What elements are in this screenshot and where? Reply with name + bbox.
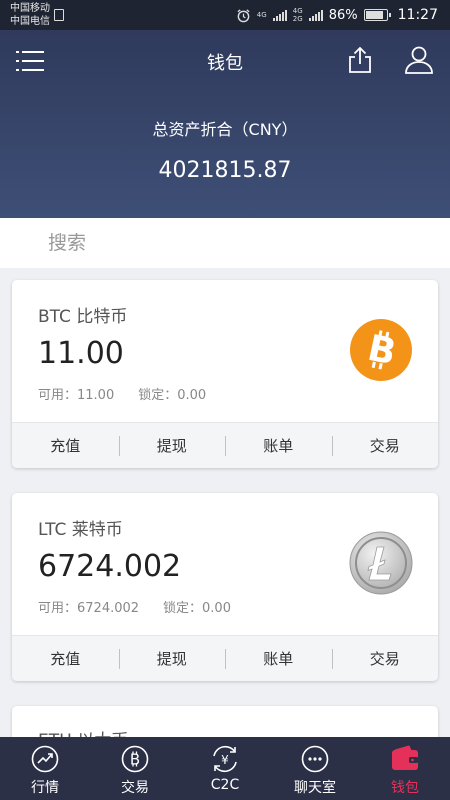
bill-button[interactable]: 账单: [225, 636, 332, 681]
carrier-2: 中国电信: [10, 16, 50, 27]
tab-label: C2C: [210, 777, 240, 793]
battery-icon: [363, 9, 391, 21]
withdraw-button[interactable]: 提现: [118, 636, 226, 681]
alarm-clock-icon: [237, 8, 250, 22]
locked-balance: 锁定：0.00: [138, 388, 207, 403]
carrier-1: 中国移动: [10, 3, 50, 14]
svg-text:B: B: [130, 751, 140, 769]
network-type-1: 4G: [256, 11, 267, 19]
coin-balance-detail: 可用：6724.002 锁定：0.00: [38, 597, 231, 616]
network-type-2: 4G 2G: [293, 7, 303, 23]
share-icon[interactable]: [346, 46, 374, 74]
bottom-tab-bar: 行情 B 交易 ¥ C2C 聊天室 钱包: [0, 737, 450, 800]
tab-label: 行情: [31, 780, 59, 796]
search-bar: [0, 218, 450, 268]
available-balance: 可用：11.00: [38, 388, 115, 403]
tab-c2c[interactable]: ¥ C2C: [180, 737, 270, 800]
tab-trade[interactable]: B 交易: [90, 737, 180, 800]
wallet-icon: [392, 745, 418, 770]
signal-bars-icon-2: [308, 9, 323, 21]
page-title: 钱包: [207, 53, 243, 74]
svg-text:¥: ¥: [221, 753, 229, 767]
available-balance: 可用：6724.002: [38, 601, 140, 616]
tab-chatroom[interactable]: 聊天室: [270, 737, 360, 800]
battery-percent: 86%: [328, 7, 358, 23]
trade-button[interactable]: 交易: [331, 636, 439, 681]
tab-market[interactable]: 行情: [0, 737, 90, 800]
withdraw-button[interactable]: 提现: [118, 423, 226, 468]
network-type-2a: 4G: [292, 7, 303, 15]
yuan-exchange-icon: ¥: [213, 745, 237, 773]
tab-label: 交易: [121, 780, 149, 796]
wallet-actions: 充值 提现 账单 交易: [12, 422, 438, 468]
deposit-button[interactable]: 充值: [12, 423, 119, 468]
chat-bubble-icon: [301, 745, 329, 773]
tab-label: 钱包: [391, 780, 419, 796]
wallet-card-ltc[interactable]: LTC 莱特币 6724.002 可用：6724.002 锁定：0.00 充值 提…: [12, 493, 438, 681]
trade-button[interactable]: 交易: [331, 423, 439, 468]
coin-name: LTC 莱特币: [38, 520, 123, 540]
status-bar: 中国移动 中国电信 4G 4G 2G 86% 11:27: [0, 0, 450, 30]
wallet-actions: 充值 提现 账单 交易: [12, 635, 438, 681]
tab-wallet[interactable]: 钱包: [360, 737, 450, 800]
total-assets-value: 4021815.87: [158, 158, 292, 183]
coin-balance-detail: 可用：11.00 锁定：0.00: [38, 384, 206, 403]
deposit-button[interactable]: 充值: [12, 636, 119, 681]
bitcoin-trade-icon: B: [121, 745, 149, 773]
search-input[interactable]: [48, 228, 428, 258]
signal-bars-icon: [272, 9, 287, 21]
wallet-card-btc[interactable]: BTC 比特币 11.00 可用：11.00 锁定：0.00 B 充值 提现 账单…: [12, 280, 438, 468]
bill-button[interactable]: 账单: [225, 423, 332, 468]
tab-label: 聊天室: [294, 780, 336, 796]
wallet-header: 钱包 总资产折合（CNY） 4021815.87: [0, 30, 450, 218]
coin-balance: 6724.002: [38, 549, 182, 584]
total-assets-label: 总资产折合（CNY）: [152, 120, 298, 139]
status-indicators: 4G 4G 2G 86% 11:27: [236, 0, 438, 30]
status-time: 11:27: [397, 7, 438, 23]
sim-card-icon: [54, 9, 64, 21]
litecoin-icon: [349, 531, 413, 595]
network-type-2b: 2G: [292, 15, 303, 23]
market-trend-icon: [31, 745, 59, 773]
bitcoin-icon: B: [350, 319, 412, 381]
user-profile-icon[interactable]: [404, 45, 434, 75]
coin-name: BTC 比特币: [38, 307, 128, 327]
locked-balance: 锁定：0.00: [163, 601, 231, 616]
carrier-info: 中国移动 中国电信: [10, 2, 50, 28]
coin-balance: 11.00: [38, 336, 124, 371]
